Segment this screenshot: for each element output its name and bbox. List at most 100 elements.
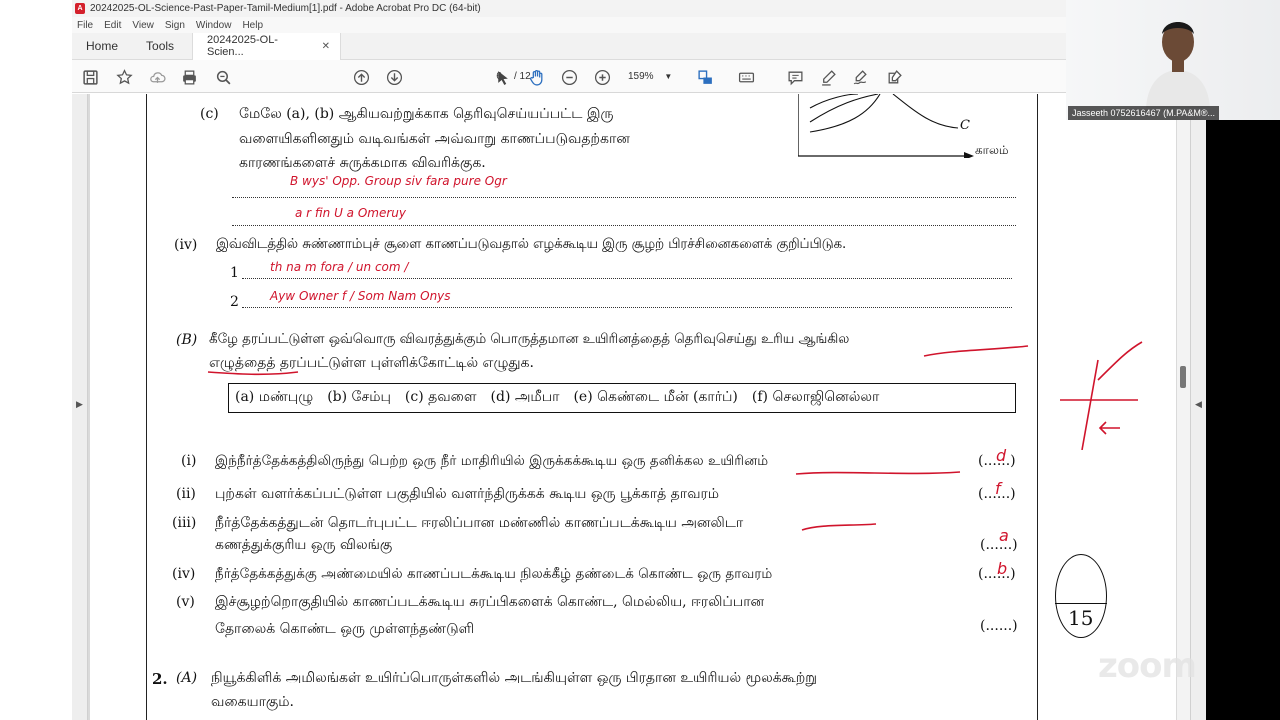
- zoom-watermark: zoom: [1098, 646, 1197, 686]
- item-ii-ink: f: [995, 479, 1001, 498]
- star-icon[interactable]: [114, 67, 134, 87]
- page-border-left: [146, 94, 147, 720]
- menu-help[interactable]: Help: [242, 20, 263, 31]
- q-c-line2: வளையிகளினதும் வடிவங்கள் அவ்வாறு காணப்படு…: [239, 131, 630, 147]
- tab-document[interactable]: 20242025-OL-Scien... ✕: [192, 32, 342, 60]
- main-toolbar: 6 / 12 159% ▼: [72, 60, 1066, 93]
- option-b: (b) சேம்பு: [327, 389, 391, 405]
- menu-sign[interactable]: Sign: [165, 20, 185, 31]
- graph-axis-label: காலம்: [975, 143, 1009, 157]
- options-box: (a) மண்புழு (b) சேம்பு (c) தவளை (d) அமீப…: [228, 383, 1016, 413]
- left-panel-toggle[interactable]: ▶: [72, 94, 88, 720]
- right-panel-toggle[interactable]: ◀: [1190, 94, 1206, 720]
- acrobat-icon: A: [75, 3, 85, 14]
- score-divider: [1055, 603, 1107, 604]
- handwritten-note: Ayw Owner f / Som Nam Onys: [270, 289, 451, 303]
- page-fit-icon[interactable]: [695, 67, 715, 87]
- item-v-text2: தோலைக் கொண்ட ஒரு முள்ளந்தண்டுளி: [215, 621, 475, 637]
- q-c-line3: காரணங்களைச் சுருக்கமாக விவரிக்குக.: [239, 155, 486, 171]
- sign-icon[interactable]: [850, 67, 870, 87]
- graph-curve-label: C: [960, 118, 970, 133]
- item-v-answer[interactable]: (......): [980, 618, 1018, 634]
- ink-underline: [207, 371, 299, 376]
- select-cursor-icon[interactable]: [492, 67, 512, 87]
- q-iv-label: (iv): [174, 237, 198, 253]
- section-b-line1: கீழே தரப்பட்டுள்ள ஒவ்வொரு விவரத்துக்கும்…: [209, 332, 850, 347]
- close-tab-icon[interactable]: ✕: [322, 41, 330, 52]
- participant-avatar: [1146, 22, 1210, 108]
- search-zoom-icon[interactable]: [213, 67, 233, 87]
- q-iv-item1: 1: [230, 265, 239, 281]
- item-iv-label: (iv): [172, 566, 196, 582]
- answer-line: [232, 225, 1016, 226]
- ink-underline: [801, 523, 877, 531]
- item-iv-ink: b: [997, 559, 1008, 578]
- page-up-icon[interactable]: [351, 67, 371, 87]
- item-iii-label: (iii): [172, 515, 197, 531]
- expand-left-icon[interactable]: ▶: [76, 399, 83, 410]
- menu-edit[interactable]: Edit: [104, 20, 121, 31]
- item-v-label: (v): [176, 594, 195, 610]
- graph-curve-c: [892, 94, 959, 129]
- option-d: (d) அமீபா: [490, 389, 560, 405]
- tab-bar: Home Tools 20242025-OL-Scien... ✕: [72, 32, 1066, 60]
- tab-home[interactable]: Home: [72, 39, 132, 53]
- expand-right-icon[interactable]: ◀: [1195, 399, 1202, 410]
- save-icon[interactable]: [80, 67, 100, 87]
- score-value: 15: [1068, 606, 1094, 630]
- q2-label: (A): [176, 670, 198, 686]
- item-ii-label: (ii): [176, 486, 196, 502]
- item-v-text: இச்சூழற்றொகுதியில் காணப்படக்கூடிய சுரப்ப…: [215, 594, 765, 610]
- highlight-pen-icon[interactable]: [818, 67, 838, 87]
- menu-view[interactable]: View: [132, 20, 154, 31]
- item-i-ink: d: [996, 446, 1007, 465]
- zoom-out-icon[interactable]: [559, 67, 579, 87]
- zoom-level[interactable]: 159% ▼: [628, 69, 676, 85]
- graph-curve-2: [809, 94, 879, 123]
- left-background: [0, 0, 72, 720]
- item-iii-text2: கணத்துக்குரிய ஒரு விலங்கு: [215, 537, 393, 553]
- vertical-scrollbar[interactable]: [1177, 94, 1190, 720]
- option-c: (c) தவளை: [404, 389, 477, 405]
- item-ii-text: புற்கள் வளர்க்கப்பட்டுள்ள பகுதியில் வளர்…: [215, 486, 719, 502]
- item-iii-text: நீர்த்தேக்கத்துடன் தொடர்புபட்ட ஈரலிப்பான…: [215, 515, 744, 531]
- margin-sketch: [1060, 341, 1143, 450]
- item-iv-text: நீர்த்தேக்கத்துக்கு அண்மையில் காணப்படக்க…: [215, 566, 773, 582]
- option-a: (a) மண்புழு: [235, 389, 314, 405]
- comment-icon[interactable]: [785, 67, 805, 87]
- ink-underline: [795, 471, 961, 475]
- item-i-text: இந்நீர்த்தேக்கத்திலிருந்து பெற்ற ஒரு நீர…: [215, 453, 769, 469]
- q2-line2: வகையாகும்.: [211, 694, 294, 710]
- pdf-page: C காலம் (c) மேலே (a), (b) ஆகியவற்றுக்காக…: [90, 94, 1176, 720]
- graph-arrow: [964, 152, 974, 158]
- page-down-icon[interactable]: [384, 67, 404, 87]
- hand-tool-icon[interactable]: [526, 67, 546, 87]
- chevron-down-icon: ▼: [664, 72, 673, 81]
- zoom-level-value: 159%: [628, 71, 654, 82]
- window-title: 20242025-OL-Science-Past-Paper-Tamil-Med…: [90, 3, 481, 14]
- q-iv-text: இவ்விடத்தில் சுண்ணாம்புச் சூளை காணப்படுவ…: [216, 237, 847, 252]
- menu-bar: File Edit View Sign Window Help: [72, 17, 1066, 33]
- answer-line: [242, 278, 1012, 279]
- q2-number: 2.: [152, 670, 168, 688]
- keyboard-icon[interactable]: [736, 67, 756, 87]
- q2-line1: நியூக்கிளிக் அமிலங்கள் உயிர்ப்பொருள்களில…: [211, 670, 817, 686]
- fill-sign-icon[interactable]: [884, 67, 904, 87]
- handwritten-note: a r fin U a Omeruy: [295, 206, 407, 220]
- section-b-label: (B): [176, 332, 198, 348]
- print-icon[interactable]: [179, 67, 199, 87]
- scrollbar-thumb[interactable]: [1180, 366, 1186, 388]
- q-c-label: (c): [200, 106, 219, 122]
- handwritten-note: B wys' Opp. Group siv fara pure Ogr: [290, 174, 507, 188]
- window-titlebar: A 20242025-OL-Science-Past-Paper-Tamil-M…: [72, 0, 1066, 17]
- item-iii-ink: a: [999, 526, 1009, 545]
- zoom-in-icon[interactable]: [592, 67, 612, 87]
- cloud-upload-icon[interactable]: [147, 67, 167, 87]
- video-participant[interactable]: Jasseeth 0752616467 (M.PA&M®...: [1066, 0, 1280, 120]
- menu-window[interactable]: Window: [196, 20, 232, 31]
- q-c-line1: மேலே (a), (b) ஆகியவற்றுக்காக தெரிவுசெய்ய…: [239, 106, 614, 122]
- participant-name: Jasseeth 0752616467 (M.PA&M®...: [1068, 106, 1220, 120]
- tab-tools[interactable]: Tools: [132, 39, 188, 53]
- menu-file[interactable]: File: [77, 20, 93, 31]
- page-border-right: [1037, 94, 1038, 720]
